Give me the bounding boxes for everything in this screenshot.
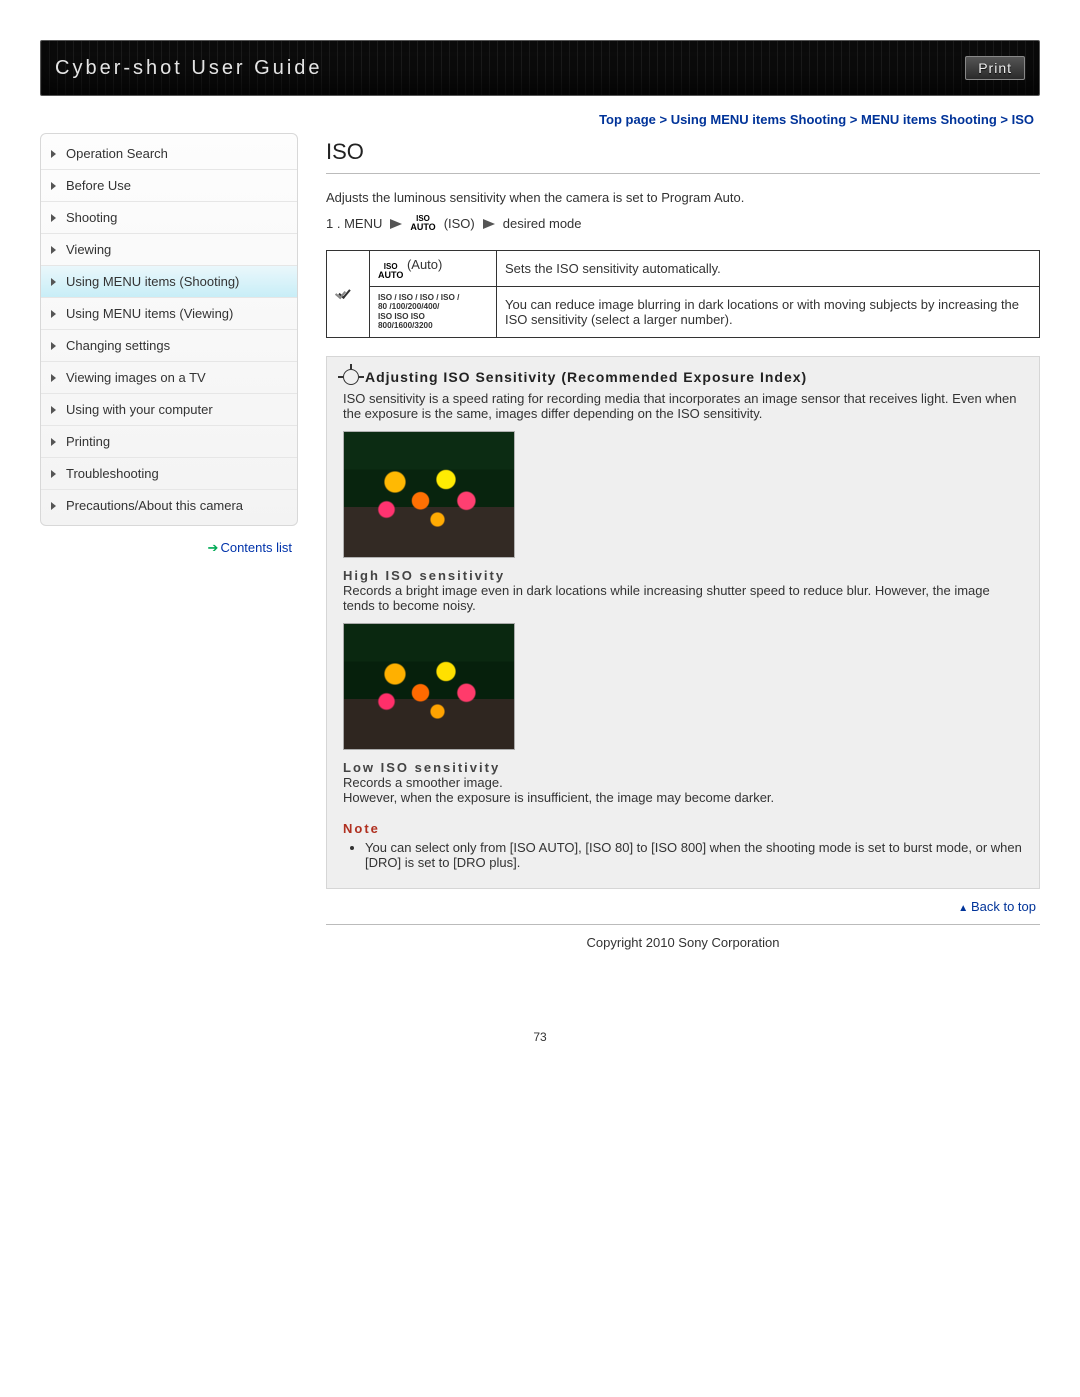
sidebar-item[interactable]: Viewing images on a TV xyxy=(41,362,297,394)
sidebar-item[interactable]: Using MENU items (Viewing) xyxy=(41,298,297,330)
sidebar-item[interactable]: Precautions/About this camera xyxy=(41,490,297,521)
app-title: Cyber-shot User Guide xyxy=(55,57,323,80)
sidebar-item-label: Precautions/About this camera xyxy=(66,498,243,513)
sidebar-item[interactable]: Changing settings xyxy=(41,330,297,362)
info-paragraph: ISO sensitivity is a speed rating for re… xyxy=(343,391,1023,421)
high-iso-sample-image xyxy=(343,431,515,558)
intro-text: Adjusts the luminous sensitivity when th… xyxy=(326,190,1040,205)
chevron-right-icon xyxy=(51,438,56,446)
lightbulb-icon xyxy=(343,369,359,385)
sidebar-item[interactable]: Shooting xyxy=(41,202,297,234)
low-iso-text-2: However, when the exposure is insufficie… xyxy=(343,790,1023,805)
info-heading: Adjusting ISO Sensitivity (Recommended E… xyxy=(343,369,1023,385)
sidebar-item-label: Operation Search xyxy=(66,146,168,161)
menu-path-step: 1 . MENU ISOAUTO (ISO) desired mode xyxy=(326,215,1040,232)
contents-list-label: Contents list xyxy=(220,540,292,555)
low-iso-text-1: Records a smoother image. xyxy=(343,775,1023,790)
chevron-right-icon xyxy=(51,150,56,158)
note-list: You can select only from [ISO AUTO], [IS… xyxy=(343,840,1023,870)
step-menu-label: 1 . MENU xyxy=(326,216,382,231)
copyright: Copyright 2010 Sony Corporation xyxy=(326,935,1040,950)
page-title: ISO xyxy=(326,139,1040,165)
chevron-right-icon xyxy=(51,470,56,478)
sidebar-item[interactable]: Using with your computer xyxy=(41,394,297,426)
sidebar-item[interactable]: Printing xyxy=(41,426,297,458)
step-desired-label: desired mode xyxy=(503,216,582,231)
arrow-right-icon: ➔ xyxy=(208,540,217,555)
arrow-right-icon xyxy=(390,219,402,229)
sidebar-item-label: Using MENU items (Shooting) xyxy=(66,274,239,289)
page-number: 73 xyxy=(40,1030,1040,1044)
sidebar-item[interactable]: Before Use xyxy=(41,170,297,202)
back-to-top-link[interactable]: Back to top xyxy=(326,889,1040,920)
chevron-right-icon xyxy=(51,278,56,286)
info-box: Adjusting ISO Sensitivity (Recommended E… xyxy=(326,356,1040,889)
sidebar-item-label: Before Use xyxy=(66,178,131,193)
sidebar-item-label: Troubleshooting xyxy=(66,466,159,481)
sidebar-item-label: Using with your computer xyxy=(66,402,213,417)
divider xyxy=(326,924,1040,925)
auto-description: Sets the ISO sensitivity automatically. xyxy=(497,251,1040,287)
chevron-right-icon xyxy=(51,214,56,222)
low-iso-heading: Low ISO sensitivity xyxy=(343,760,1023,775)
chevron-right-icon xyxy=(51,246,56,254)
iso-auto-icon: ISOAUTO xyxy=(410,215,435,232)
auto-label: (Auto) xyxy=(403,257,442,272)
chevron-right-icon xyxy=(51,374,56,382)
iso-settings-table: ISOAUTO (Auto) Sets the ISO sensitivity … xyxy=(326,250,1040,338)
chevron-right-icon xyxy=(51,182,56,190)
sidebar-item[interactable]: Using MENU items (Shooting) xyxy=(41,266,297,298)
main-content: ISO Adjusts the luminous sensitivity whe… xyxy=(326,133,1040,950)
sidebar-item-label: Viewing xyxy=(66,242,111,257)
print-button[interactable]: Print xyxy=(965,56,1025,80)
arrow-right-icon xyxy=(483,219,495,229)
chevron-right-icon xyxy=(51,502,56,510)
high-iso-heading: High ISO sensitivity xyxy=(343,568,1023,583)
chevron-right-icon xyxy=(51,406,56,414)
divider xyxy=(326,173,1040,174)
step-iso-label: (ISO) xyxy=(444,216,475,231)
sidebar-item-label: Printing xyxy=(66,434,110,449)
sidebar-item[interactable]: Troubleshooting xyxy=(41,458,297,490)
note-heading: Note xyxy=(343,821,1023,836)
sidebar: Operation Search Before Use Shooting Viewin… xyxy=(40,133,298,526)
contents-list-link[interactable]: ➔Contents list xyxy=(40,526,298,556)
header-bar: Cyber-shot User Guide Print xyxy=(40,40,1040,96)
sidebar-item-label: Shooting xyxy=(66,210,117,225)
sidebar-item[interactable]: Operation Search xyxy=(41,138,297,170)
sidebar-item-label: Using MENU items (Viewing) xyxy=(66,306,233,321)
manual-iso-description: You can reduce image blurring in dark lo… xyxy=(497,287,1040,338)
sidebar-item-label: Changing settings xyxy=(66,338,170,353)
high-iso-text: Records a bright image even in dark loca… xyxy=(343,583,1023,613)
chevron-right-icon xyxy=(51,342,56,350)
iso-values-icon: ISO / ISO / ISO / ISO / 80 /100/200/400/… xyxy=(378,293,488,331)
check-icon xyxy=(339,285,357,299)
iso-auto-icon: ISOAUTO xyxy=(378,263,403,280)
sidebar-item[interactable]: Viewing xyxy=(41,234,297,266)
low-iso-sample-image xyxy=(343,623,515,750)
sidebar-item-label: Viewing images on a TV xyxy=(66,370,206,385)
note-item: You can select only from [ISO AUTO], [IS… xyxy=(365,840,1023,870)
breadcrumb[interactable]: Top page > Using MENU items Shooting > M… xyxy=(40,96,1040,133)
chevron-right-icon xyxy=(51,310,56,318)
